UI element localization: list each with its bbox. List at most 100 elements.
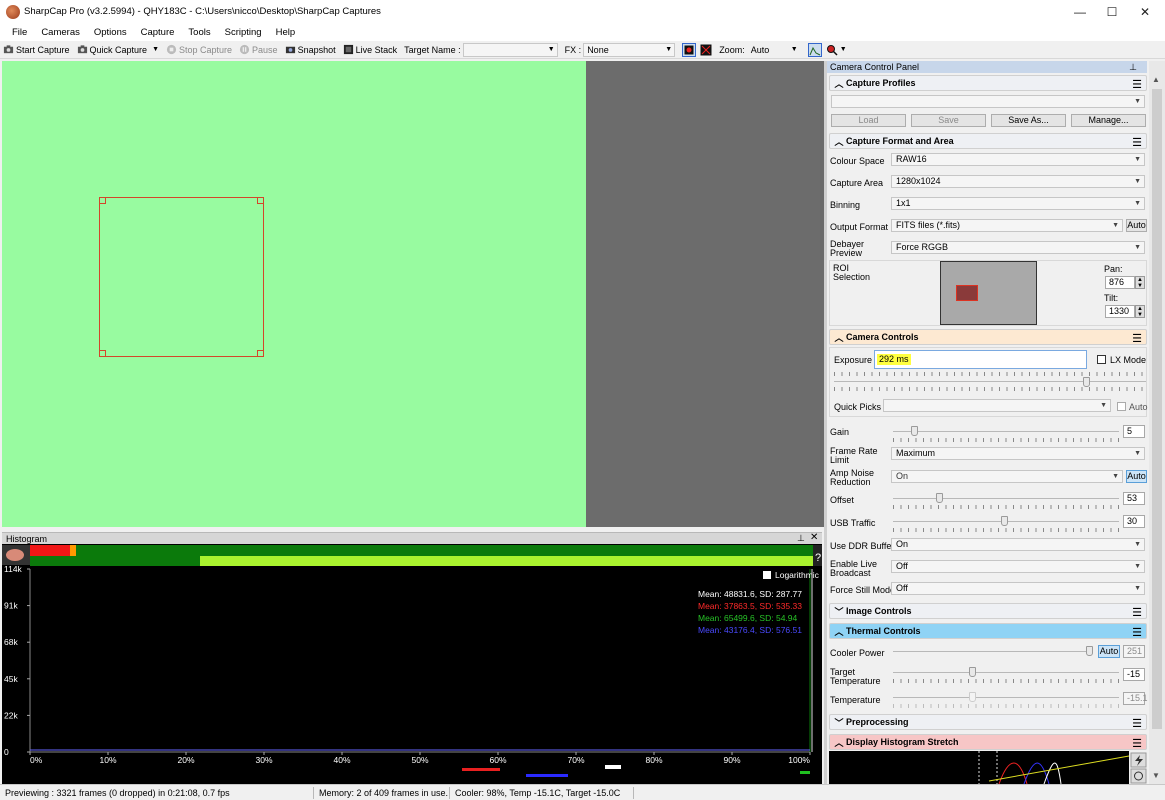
stop-capture-button[interactable]: Stop Capture xyxy=(166,44,232,55)
image-controls-header[interactable]: ﹀ Image Controls ☰ xyxy=(829,603,1147,619)
quick-capture-button[interactable]: Quick Capture ▼ xyxy=(77,44,159,55)
offset-slider-thumb[interactable] xyxy=(936,493,943,503)
display-stretch-header[interactable]: ︿ Display Histogram Stretch ☰ xyxy=(829,734,1147,750)
roi-thumbnail[interactable] xyxy=(940,261,1037,325)
chevron-down-icon[interactable]: ▼ xyxy=(152,46,159,53)
target-temp-slider-track[interactable] xyxy=(893,672,1119,673)
profile-save-button[interactable]: Save xyxy=(911,114,986,127)
exposure-slider-thumb[interactable] xyxy=(1083,377,1090,387)
amp-noise-combo[interactable]: On ▼ xyxy=(891,470,1123,483)
menu-icon[interactable]: ☰ xyxy=(1132,717,1142,730)
offset-slider-track[interactable] xyxy=(893,498,1119,499)
histogram-toggle[interactable] xyxy=(807,42,822,57)
lx-mode-checkbox[interactable] xyxy=(1097,355,1106,364)
tilt-input[interactable]: 1330 xyxy=(1105,305,1135,318)
minimize-button[interactable]: — xyxy=(1065,0,1095,24)
exposure-slider-track[interactable] xyxy=(834,381,1146,382)
menu-icon[interactable]: ☰ xyxy=(1132,606,1142,619)
gain-slider-track[interactable] xyxy=(893,431,1119,432)
profile-manage-button[interactable]: Manage... xyxy=(1071,114,1146,127)
profile-load-button[interactable]: Load xyxy=(831,114,906,127)
start-capture-button[interactable]: Start Capture xyxy=(3,44,70,55)
pause-button[interactable]: Pause xyxy=(239,44,278,55)
profile-save-as-button[interactable]: Save As... xyxy=(991,114,1066,127)
close-button[interactable]: ✕ xyxy=(1130,0,1160,24)
roi-handle[interactable] xyxy=(257,350,264,357)
quick-picks-auto-checkbox[interactable] xyxy=(1117,402,1126,411)
scroll-up-icon[interactable]: ▲ xyxy=(1152,75,1160,84)
preprocessing-header[interactable]: ﹀ Preprocessing ☰ xyxy=(829,714,1147,730)
roi-handle[interactable] xyxy=(99,197,106,204)
menu-tools[interactable]: Tools xyxy=(181,24,217,41)
camera-preview[interactable] xyxy=(2,61,586,527)
camera-controls-header[interactable]: ︿ Camera Controls ☰ xyxy=(829,329,1147,345)
scrollbar-thumb[interactable] xyxy=(1152,89,1162,729)
cooler-auto-button[interactable]: Auto xyxy=(1098,645,1120,658)
cooler-power-input[interactable]: 251 xyxy=(1123,645,1145,658)
menu-file[interactable]: File xyxy=(5,24,34,41)
menu-capture[interactable]: Capture xyxy=(134,24,182,41)
frame-rate-combo[interactable]: Maximum ▼ xyxy=(891,447,1145,460)
thermal-controls-header[interactable]: ︿ Thermal Controls ☰ xyxy=(829,623,1147,639)
cooler-power-slider-track[interactable] xyxy=(893,651,1093,652)
logarithmic-checkbox[interactable] xyxy=(763,571,771,579)
capture-profile-combo[interactable]: ▼ xyxy=(831,95,1145,108)
histogram-chart[interactable]: ? 114k 91k 68k 45k 22k 0 0% 10% 20% 30% 40% 50% 60%… xyxy=(2,544,822,784)
zoom-combo[interactable]: Auto ▼ xyxy=(747,43,801,57)
brain-icon[interactable] xyxy=(6,549,24,561)
panel-scrollbar[interactable]: ▲ ▼ xyxy=(1149,61,1165,784)
live-broadcast-combo[interactable]: Off ▼ xyxy=(891,560,1145,573)
capture-format-header[interactable]: ︿ Capture Format and Area ☰ xyxy=(829,133,1147,149)
display-stretch-chart[interactable] xyxy=(829,751,1147,784)
colour-space-combo[interactable]: RAW16 ▼ xyxy=(891,153,1145,166)
ddr-buffer-combo[interactable]: On ▼ xyxy=(891,538,1145,551)
reset-icon-bg[interactable] xyxy=(1130,768,1147,784)
menu-cameras[interactable]: Cameras xyxy=(34,24,87,41)
target-name-combo[interactable]: ▼ xyxy=(462,42,558,57)
chevron-down-icon[interactable]: ▼ xyxy=(840,46,847,53)
red-overlay-toggle[interactable] xyxy=(682,42,697,57)
menu-icon[interactable]: ☰ xyxy=(1132,136,1142,149)
pan-spin-icon[interactable]: ▲ ▼ xyxy=(1135,276,1145,289)
tilt-spin-icon[interactable]: ▲ ▼ xyxy=(1135,305,1145,318)
menu-icon[interactable]: ☰ xyxy=(1132,332,1142,345)
reticle-toggle[interactable] xyxy=(700,44,712,56)
pin-icon[interactable]: ⊥ xyxy=(1129,61,1137,73)
exposure-input[interactable]: 292 ms xyxy=(874,350,1087,369)
menu-options[interactable]: Options xyxy=(87,24,134,41)
menu-scripting[interactable]: Scripting xyxy=(218,24,269,41)
zoom-tool-button[interactable]: ▼ xyxy=(826,44,847,56)
capture-profiles-header[interactable]: ︿ Capture Profiles ☰ xyxy=(829,75,1147,91)
debayer-combo[interactable]: Force RGGB ▼ xyxy=(891,241,1145,254)
output-format-combo[interactable]: FITS files (*.fits) ▼ xyxy=(891,219,1123,232)
cooler-power-slider-thumb[interactable] xyxy=(1086,646,1093,656)
roi-handle[interactable] xyxy=(99,350,106,357)
close-icon[interactable]: ✕ xyxy=(810,532,818,543)
roi-selection-box[interactable] xyxy=(99,197,264,357)
gain-slider-thumb[interactable] xyxy=(911,426,918,436)
menu-icon[interactable]: ☰ xyxy=(1132,626,1142,639)
fx-combo[interactable]: None ▼ xyxy=(583,42,676,57)
quick-picks-combo[interactable]: ▼ xyxy=(883,399,1111,412)
gain-input[interactable]: 5 xyxy=(1123,425,1145,438)
pan-input[interactable]: 876 xyxy=(1105,276,1135,289)
force-still-combo[interactable]: Off ▼ xyxy=(891,582,1145,595)
usb-traffic-slider-thumb[interactable] xyxy=(1001,516,1008,526)
maximize-button[interactable]: ☐ xyxy=(1097,0,1127,24)
menu-icon[interactable]: ☰ xyxy=(1132,737,1142,750)
target-temp-input[interactable]: -15 xyxy=(1123,668,1145,681)
amp-noise-auto-button[interactable]: Auto xyxy=(1126,470,1147,483)
pin-icon[interactable]: ⊥ xyxy=(797,533,805,544)
roi-thumbnail-box[interactable] xyxy=(956,285,978,301)
menu-help[interactable]: Help xyxy=(269,24,303,41)
target-temp-slider-thumb[interactable] xyxy=(969,667,976,677)
binning-combo[interactable]: 1x1 ▼ xyxy=(891,197,1145,210)
help-icon[interactable]: ? xyxy=(815,552,821,564)
output-format-auto-button[interactable]: Auto xyxy=(1126,219,1147,232)
offset-input[interactable]: 53 xyxy=(1123,492,1145,505)
menu-icon[interactable]: ☰ xyxy=(1132,78,1142,91)
live-stack-button[interactable]: Live Stack xyxy=(343,44,397,55)
capture-area-combo[interactable]: 1280x1024 ▼ xyxy=(891,175,1145,188)
roi-handle[interactable] xyxy=(257,197,264,204)
scroll-down-icon[interactable]: ▼ xyxy=(1152,771,1160,780)
